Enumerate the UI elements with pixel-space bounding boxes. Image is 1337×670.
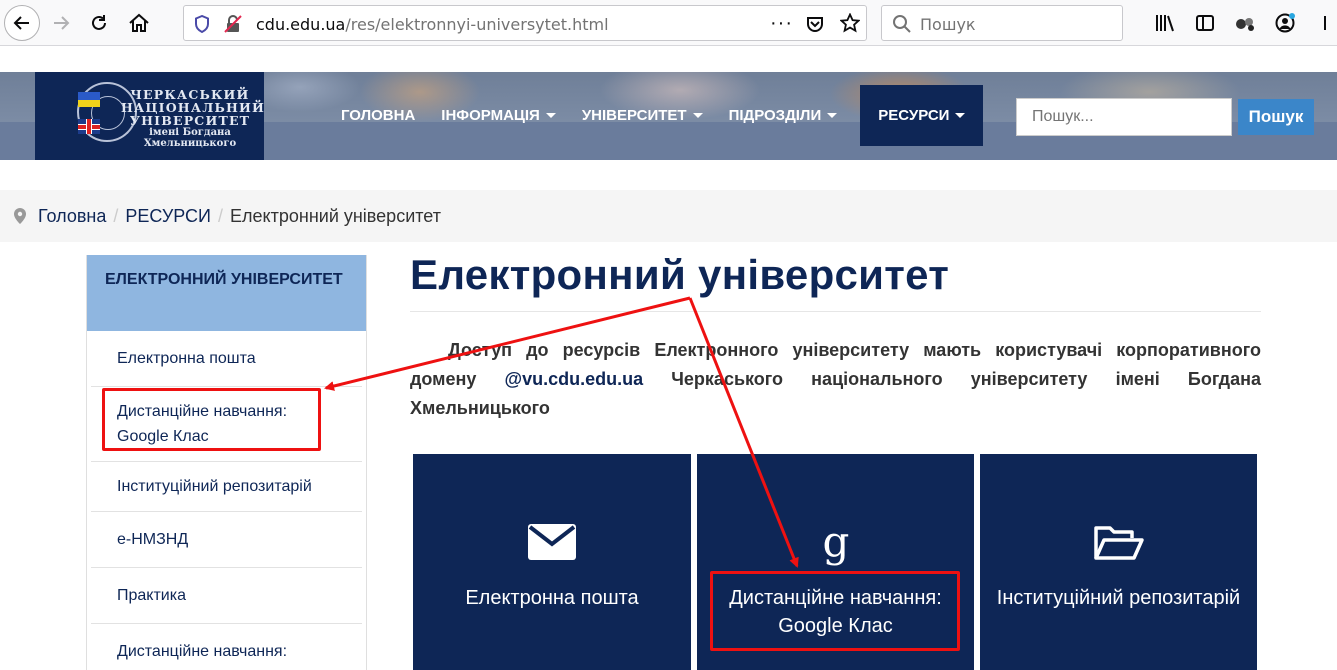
highlight-box-tile	[710, 571, 960, 651]
breadcrumb-resources-link[interactable]: РЕСУРСИ	[125, 206, 211, 227]
browser-search-placeholder: Пошук	[920, 15, 976, 34]
tile-email-label: Електронна пошта	[465, 587, 639, 609]
sidebar-icon[interactable]	[1188, 6, 1222, 40]
account-icon[interactable]	[1268, 6, 1302, 40]
svg-text:g: g	[822, 524, 849, 566]
sidebar-item-e-nmznd[interactable]: е-НМЗНД	[91, 512, 362, 568]
home-icon[interactable]	[122, 6, 156, 40]
back-icon[interactable]	[4, 5, 40, 41]
map-marker-icon	[14, 208, 26, 224]
tile-email[interactable]: Електронна пошта	[413, 454, 691, 670]
reload-icon[interactable]	[82, 6, 116, 40]
sidebar-item-distance-learning[interactable]: Дистанційне навчання:	[91, 624, 362, 670]
university-logo[interactable]: ЧЕРКАСЬКИЙ НАЦІОНАЛЬНИЙ УНІВЕРСИТЕТ імен…	[35, 72, 264, 160]
main-nav: ГОЛОВНА ІНФОРМАЦІЯ УНІВЕРСИТЕТ ПІДРОЗДІЛ…	[328, 85, 984, 146]
search-icon	[892, 14, 912, 39]
site-search-input[interactable]	[1016, 98, 1232, 136]
shield-icon[interactable]	[194, 14, 210, 38]
sidebar-list: Електронна пошта Дистанційне навчання: G…	[87, 331, 366, 670]
breadcrumb-separator: /	[218, 205, 224, 226]
bookmark-star-icon[interactable]	[839, 12, 861, 38]
tile-repository-label: Інституційний репозитарій	[996, 587, 1241, 609]
ukrainian-flag-icon[interactable]	[78, 92, 100, 107]
caret-down-icon	[827, 113, 838, 118]
url-bar[interactable]: cdu.edu.ua/res/elektronnyi-universytet.h…	[183, 5, 867, 41]
domain-link[interactable]: @vu.cdu.edu.ua	[505, 369, 644, 389]
page-actions-icon[interactable]: ···	[770, 12, 793, 35]
nav-item-resources[interactable]: РЕСУРСИ	[860, 85, 984, 146]
site-search-button[interactable]: Пошук	[1238, 99, 1314, 135]
sidebar-item-email[interactable]: Електронна пошта	[91, 331, 362, 387]
browser-search-input[interactable]: Пошук	[881, 5, 1123, 41]
nav-item-university[interactable]: УНІВЕРСИТЕТ	[569, 85, 716, 146]
caret-down-icon	[545, 113, 556, 118]
breadcrumb-home-link[interactable]: Головна	[38, 206, 106, 227]
insecure-lock-icon[interactable]	[224, 15, 242, 38]
url-text[interactable]: cdu.edu.ua/res/elektronnyi-universytet.h…	[256, 15, 609, 34]
breadcrumb-separator: /	[113, 205, 119, 226]
title-divider	[410, 311, 1261, 312]
menu-icon[interactable]	[1312, 6, 1337, 40]
sidebar: ЕЛЕКТРОННИЙ УНІВЕРСИТЕТ Електронна пошта…	[86, 255, 367, 670]
breadcrumb-current: Електронний університет	[230, 205, 441, 226]
intro-paragraph: Доступ до ресурсів Електронного універси…	[410, 340, 1261, 418]
english-flag-icon[interactable]	[78, 119, 100, 134]
tile-repository[interactable]: Інституційний репозитарій	[980, 454, 1257, 670]
sidebar-item-repository[interactable]: Інституційний репозитарій	[91, 462, 362, 512]
highlight-box-sidebar	[102, 388, 321, 451]
browser-toolbar: cdu.edu.ua/res/elektronnyi-universytet.h…	[0, 0, 1337, 46]
page-title: Електронний університет	[410, 251, 950, 298]
nav-item-departments[interactable]: ПІДРОЗДІЛИ	[716, 85, 851, 146]
forward-icon[interactable]	[44, 6, 78, 40]
logo-text: ЧЕРКАСЬКИЙ НАЦІОНАЛЬНИЙ УНІВЕРСИТЕТ імен…	[121, 87, 265, 149]
pocket-icon[interactable]	[806, 15, 824, 38]
google-icon: g	[697, 524, 974, 568]
caret-down-icon	[955, 113, 966, 118]
envelope-icon	[413, 524, 691, 568]
folder-open-icon	[980, 524, 1257, 568]
sidebar-item-practice[interactable]: Практика	[91, 568, 362, 624]
breadcrumb: Головна / РЕСУРСИ / Електронний універси…	[0, 190, 1337, 242]
nav-item-home[interactable]: ГОЛОВНА	[328, 85, 428, 146]
caret-down-icon	[692, 113, 703, 118]
nav-item-information[interactable]: ІНФОРМАЦІЯ	[428, 85, 569, 146]
library-icon[interactable]	[1148, 6, 1182, 40]
extensions-icon[interactable]	[1228, 6, 1262, 40]
sidebar-heading: ЕЛЕКТРОННИЙ УНІВЕРСИТЕТ	[87, 255, 366, 331]
